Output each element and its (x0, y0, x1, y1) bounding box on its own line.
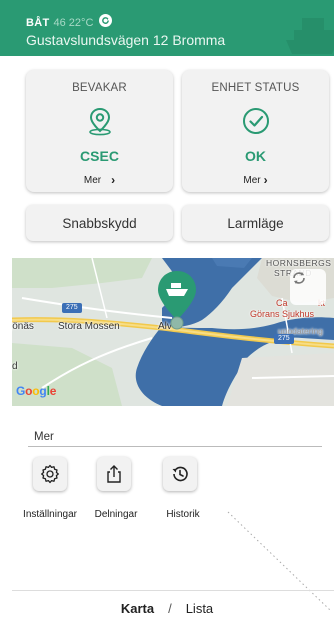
view-toggle-separator: / (168, 601, 172, 616)
list-view-tab[interactable]: Lista (186, 601, 213, 616)
map-view-tab[interactable]: Karta (121, 601, 154, 616)
footer-divider (12, 590, 334, 591)
view-toggle: Karta / Lista (0, 601, 334, 616)
decorative-dotted-line (227, 511, 331, 611)
